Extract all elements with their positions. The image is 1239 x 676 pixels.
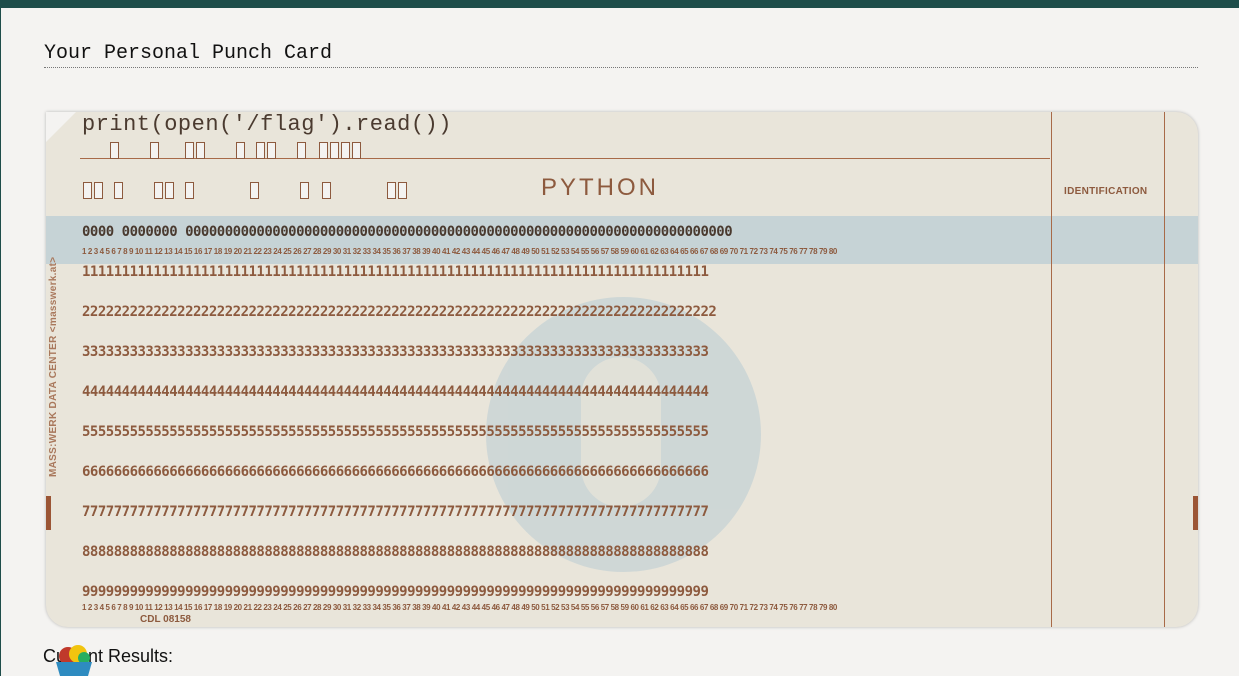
- card-corner-notch: [46, 112, 76, 142]
- card-right-tab: [1193, 496, 1198, 530]
- card-printed-code: print(open('/flag').read()): [82, 112, 452, 137]
- page-content: Your Personal Punch Card print(open('/fl…: [1, 8, 1239, 676]
- card-divider: [1051, 112, 1052, 627]
- card-row-3: 3333333333333333333333333333333333333333…: [82, 344, 709, 360]
- card-row-2: 2222222222222222222222222222222222222222…: [82, 304, 717, 320]
- card-row-0: 0000 0000000 000000000000000000000000000…: [82, 224, 733, 240]
- card-row-4: 4444444444444444444444444444444444444444…: [82, 384, 709, 400]
- card-row-8: 8888888888888888888888888888888888888888…: [82, 544, 709, 560]
- identification-label: IDENTIFICATION: [1064, 186, 1148, 197]
- card-row-12-holes: [82, 182, 408, 200]
- page-title: Your Personal Punch Card: [44, 42, 1198, 68]
- card-row-9: 9999999999999999999999999999999999999999…: [82, 584, 709, 600]
- column-numbers-top: 1 2 3 4 5 6 7 8 9 10 11 12 13 14 15 16 1…: [82, 247, 837, 256]
- card-row-7: 7777777777777777777777777777777777777777…: [82, 504, 709, 520]
- card-serial: CDL 08158: [140, 614, 191, 625]
- card-row-5: 5555555555555555555555555555555555555555…: [82, 424, 709, 440]
- card-left-tab: [46, 496, 51, 530]
- column-numbers-bottom: 1 2 3 4 5 6 7 8 9 10 11 12 13 14 15 16 1…: [82, 603, 837, 612]
- card-top-holes: [82, 142, 362, 160]
- card-side-label: MASS:WERK DATA CENTER <masswerk.at>: [48, 256, 59, 477]
- punch-card: print(open('/flag').read()) PYTHON IDENT…: [46, 112, 1198, 627]
- fruit-bowl-icon: [56, 645, 92, 676]
- card-row-6: 6666666666666666666666666666666666666666…: [82, 464, 709, 480]
- card-row-1: 1111111111111111111111111111111111111111…: [82, 264, 709, 280]
- card-right-divider: [1164, 112, 1165, 627]
- card-language-label: PYTHON: [541, 174, 660, 201]
